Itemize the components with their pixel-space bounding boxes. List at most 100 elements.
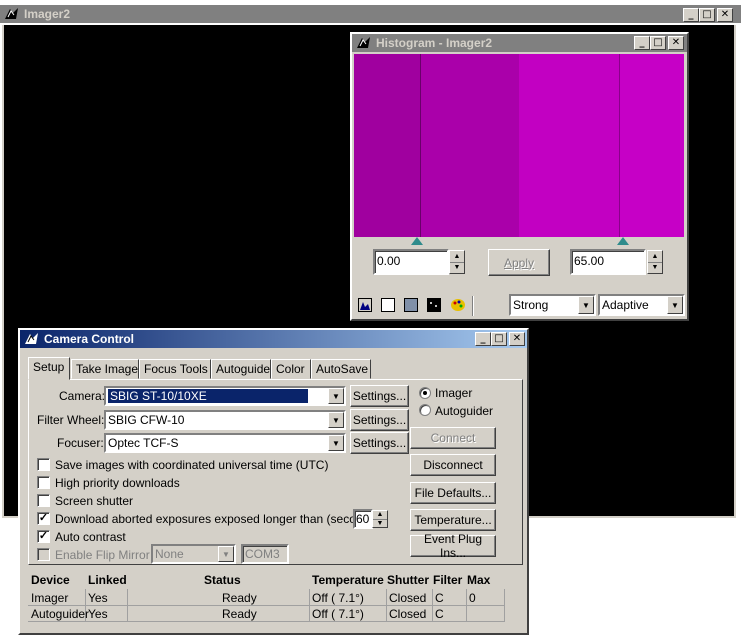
tab-label: Focus Tools bbox=[144, 362, 208, 376]
camera-control-titlebar[interactable]: Camera Control bbox=[20, 330, 527, 348]
close-button[interactable]: ✕ bbox=[668, 36, 684, 50]
minimize-button[interactable]: _ bbox=[683, 8, 699, 22]
cell-status: Ready bbox=[127, 589, 310, 606]
left-value-text: 0.00 bbox=[377, 254, 401, 268]
connect-label: Connect bbox=[430, 431, 476, 445]
download-aborted-seconds-field[interactable]: 60 bbox=[353, 509, 373, 529]
high-priority-checkbox[interactable] bbox=[37, 476, 50, 489]
maximize-button[interactable]: □ bbox=[699, 8, 715, 22]
download-aborted-checkbox[interactable]: ✓ bbox=[37, 512, 50, 525]
event-plugins-label: Event Plug Ins... bbox=[423, 532, 483, 560]
right-value-spinner[interactable]: ▲ ▼ bbox=[647, 250, 663, 274]
frame-icon[interactable] bbox=[381, 298, 395, 312]
spin-down-icon[interactable]: ▼ bbox=[450, 263, 464, 274]
focuser-select[interactable]: Optec TCF-S ▼ bbox=[104, 433, 346, 453]
disconnect-button[interactable]: Disconnect bbox=[410, 454, 496, 476]
image-icon[interactable] bbox=[404, 298, 418, 312]
histogram-window: Histogram - Imager2 _ □ ✕ 0.00 ▲ ▼ Apply … bbox=[350, 32, 689, 321]
screen-shutter-checkbox[interactable] bbox=[37, 494, 50, 507]
left-marker[interactable] bbox=[411, 237, 423, 245]
right-value-field[interactable]: 65.00 bbox=[570, 249, 646, 275]
stars-icon[interactable] bbox=[427, 298, 441, 312]
camera-select[interactable]: SBIG ST-10/10XE ▼ bbox=[104, 386, 346, 406]
autoguider-radio[interactable] bbox=[419, 404, 431, 416]
cell-device: Autoguider bbox=[28, 605, 89, 622]
stretch-mode-value: Strong bbox=[513, 298, 549, 312]
right-marker[interactable] bbox=[617, 237, 629, 245]
spin-up-icon[interactable]: ▲ bbox=[648, 251, 662, 263]
high-priority-label: High priority downloads bbox=[55, 476, 180, 490]
spin-up-icon[interactable]: ▲ bbox=[373, 511, 387, 520]
chevron-down-icon[interactable]: ▼ bbox=[328, 412, 344, 428]
temperature-button[interactable]: Temperature... bbox=[410, 509, 496, 531]
event-plugins-button[interactable]: Event Plug Ins... bbox=[410, 532, 496, 560]
table-row[interactable]: Imager Yes Ready Off ( 7.1°) Closed C 0 bbox=[28, 589, 505, 606]
chevron-down-icon[interactable]: ▼ bbox=[328, 435, 344, 451]
flip-mirror-port-field[interactable]: COM3 bbox=[241, 544, 289, 564]
focuser-settings-button[interactable]: Settings... bbox=[350, 432, 409, 454]
minimize-button[interactable]: _ bbox=[475, 332, 491, 346]
histogram-view-icon[interactable] bbox=[358, 298, 372, 312]
connect-button[interactable]: Connect bbox=[410, 427, 496, 449]
tab-color[interactable]: Color bbox=[271, 359, 311, 379]
camera-app-icon bbox=[4, 7, 20, 21]
palette-icon[interactable] bbox=[450, 298, 466, 312]
minimize-button[interactable]: _ bbox=[634, 36, 650, 50]
cell-temperature: Off ( 7.1°) bbox=[309, 605, 387, 622]
cell-device: Imager bbox=[28, 589, 86, 606]
flip-mirror-checkbox[interactable] bbox=[37, 548, 50, 561]
close-button[interactable]: ✕ bbox=[717, 8, 733, 22]
tab-autosave[interactable]: AutoSave bbox=[311, 359, 371, 379]
auto-contrast-checkbox[interactable]: ✓ bbox=[37, 530, 50, 543]
apply-button[interactable]: Apply bbox=[488, 249, 550, 276]
maximize-button[interactable]: □ bbox=[491, 332, 507, 346]
chevron-down-icon[interactable]: ▼ bbox=[328, 388, 344, 404]
settings-label: Settings... bbox=[352, 436, 407, 450]
utc-checkbox[interactable] bbox=[37, 458, 50, 471]
camera-app-icon bbox=[356, 36, 372, 50]
flip-mirror-select[interactable]: None ▼ bbox=[151, 544, 236, 564]
maximize-button[interactable]: □ bbox=[650, 36, 666, 50]
chevron-down-icon[interactable]: ▼ bbox=[667, 296, 683, 314]
screen-shutter-label: Screen shutter bbox=[55, 494, 134, 508]
chevron-down-icon[interactable]: ▼ bbox=[578, 296, 594, 314]
filter-wheel-value: SBIG CFW-10 bbox=[108, 413, 185, 427]
imager-titlebar[interactable]: Imager2 bbox=[0, 5, 741, 23]
cell-temperature: Off ( 7.1°) bbox=[309, 589, 387, 606]
tab-autoguide[interactable]: Autoguide bbox=[211, 359, 271, 379]
status-grid: Imager Yes Ready Off ( 7.1°) Closed C 0 … bbox=[28, 589, 505, 622]
stretch-mode-select[interactable]: Strong ▼ bbox=[509, 294, 596, 316]
filter-wheel-settings-button[interactable]: Settings... bbox=[350, 409, 409, 431]
cell-filter: C bbox=[432, 589, 467, 606]
spin-down-icon[interactable]: ▼ bbox=[373, 520, 387, 528]
tab-take-image[interactable]: Take Image bbox=[71, 359, 139, 379]
left-value-field[interactable]: 0.00 bbox=[373, 249, 449, 275]
settings-label: Settings... bbox=[352, 413, 407, 427]
seconds-value: 60 bbox=[356, 512, 370, 526]
imager-radio[interactable] bbox=[419, 387, 431, 399]
cell-max bbox=[466, 605, 505, 622]
chevron-down-icon[interactable]: ▼ bbox=[218, 546, 234, 562]
tab-label: AutoSave bbox=[316, 362, 369, 376]
histogram-plot[interactable] bbox=[354, 54, 684, 237]
col-device: Device bbox=[31, 573, 70, 587]
download-aborted-label: Download aborted exposures exposed longe… bbox=[55, 512, 383, 526]
spin-down-icon[interactable]: ▼ bbox=[648, 263, 662, 274]
stretch-type-select[interactable]: Adaptive ▼ bbox=[598, 294, 685, 316]
file-defaults-button[interactable]: File Defaults... bbox=[410, 482, 496, 504]
seconds-spinner[interactable]: ▲ ▼ bbox=[372, 510, 388, 528]
cell-linked: Yes bbox=[85, 605, 128, 622]
tab-strip: Setup Take Image Focus Tools Autoguide C… bbox=[28, 357, 518, 381]
utc-label: Save images with coordinated universal t… bbox=[55, 458, 329, 472]
camera-value: SBIG ST-10/10XE bbox=[108, 389, 308, 403]
table-row[interactable]: Autoguider Yes Ready Off ( 7.1°) Closed … bbox=[28, 605, 505, 622]
tab-setup[interactable]: Setup bbox=[28, 357, 70, 380]
close-button[interactable]: ✕ bbox=[509, 332, 525, 346]
cell-linked: Yes bbox=[85, 589, 128, 606]
spin-up-icon[interactable]: ▲ bbox=[450, 251, 464, 263]
camera-settings-button[interactable]: Settings... bbox=[350, 385, 409, 407]
left-value-spinner[interactable]: ▲ ▼ bbox=[449, 250, 465, 274]
tab-focus-tools[interactable]: Focus Tools bbox=[139, 359, 211, 379]
filter-wheel-select[interactable]: SBIG CFW-10 ▼ bbox=[104, 410, 346, 430]
tab-label: Setup bbox=[33, 360, 65, 374]
